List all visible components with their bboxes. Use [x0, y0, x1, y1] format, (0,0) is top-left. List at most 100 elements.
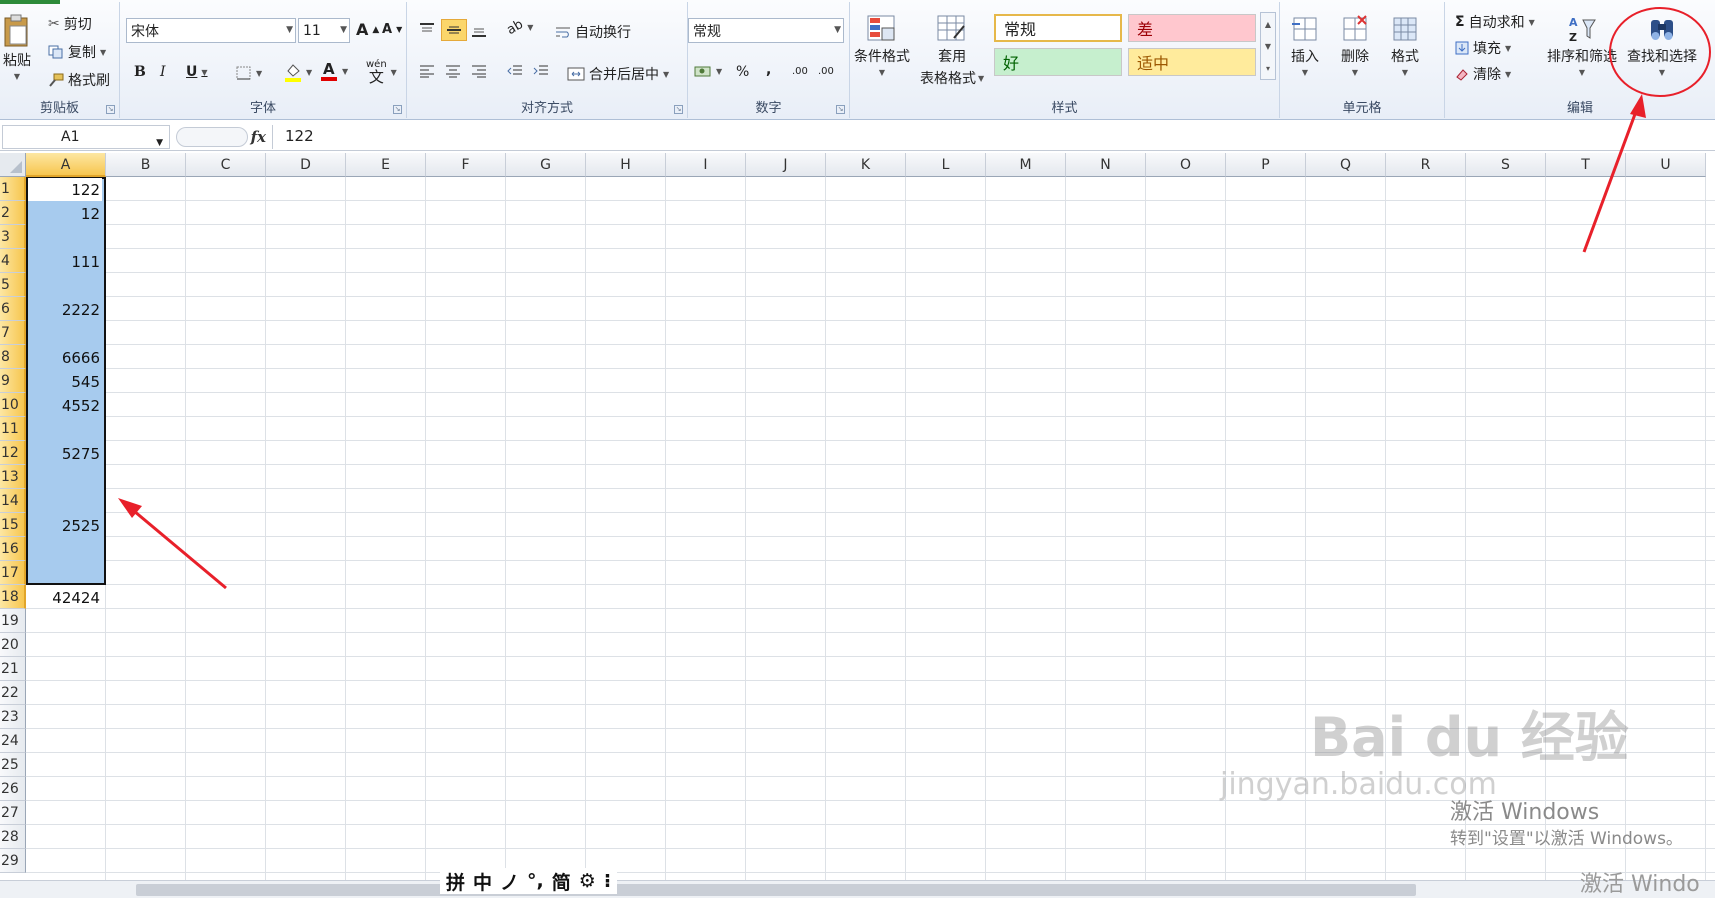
cell-a6[interactable]: 2222 — [28, 298, 102, 321]
number-launcher-icon[interactable]: ↘ — [836, 105, 845, 114]
row-header-6[interactable]: 6 — [0, 297, 26, 321]
grow-font-button[interactable]: A ▲ — [356, 20, 379, 39]
find-select-button[interactable]: 查找和选择 ▼ — [1627, 14, 1697, 77]
row-header-27[interactable]: 27 — [0, 801, 26, 825]
row-header-16[interactable]: 16 — [0, 537, 26, 561]
column-header-i[interactable]: I — [666, 153, 746, 177]
column-header-n[interactable]: N — [1066, 153, 1146, 177]
row-header-24[interactable]: 24 — [0, 729, 26, 753]
styles-scroll-control[interactable]: ▲ ▼ ▾ — [1260, 12, 1276, 80]
increase-decimal-button[interactable]: .00 — [792, 66, 808, 77]
cell-a1[interactable]: 122 — [28, 178, 102, 201]
increase-indent-button[interactable] — [533, 64, 549, 78]
chevron-down-icon[interactable]: ▼ — [286, 25, 293, 35]
underline-button[interactable]: U ▼ — [186, 64, 208, 80]
format-painter-button[interactable]: 格式刷 — [48, 70, 110, 90]
format-dropdown-icon[interactable]: ▼ — [1402, 68, 1408, 77]
decrease-decimal-button[interactable]: .00 — [818, 66, 834, 77]
row-header-4[interactable]: 4 — [0, 249, 26, 273]
column-header-m[interactable]: M — [986, 153, 1066, 177]
row-header-1[interactable]: 1 — [0, 177, 26, 201]
delete-dropdown-icon[interactable]: ▼ — [1352, 68, 1358, 77]
wrap-text-button[interactable]: 自动换行 — [555, 22, 631, 42]
column-header-j[interactable]: J — [746, 153, 826, 177]
style-good[interactable]: 好 — [994, 48, 1122, 76]
format-as-table-button[interactable]: 套用 表格格式 ▼ — [920, 14, 984, 88]
row-header-7[interactable]: 7 — [0, 321, 26, 345]
autosum-button[interactable]: Σ 自动求和 ▼ — [1455, 12, 1535, 32]
row-header-21[interactable]: 21 — [0, 657, 26, 681]
orientation-dropdown-icon[interactable]: ▼ — [527, 23, 533, 32]
fill-color-dropdown-icon[interactable]: ▼ — [306, 68, 312, 77]
cell-a12[interactable]: 5275 — [28, 442, 102, 465]
borders-button[interactable]: ▼ — [236, 66, 262, 80]
row-header-18[interactable]: 18 — [0, 585, 26, 609]
cell-a9[interactable]: 545 — [28, 370, 102, 393]
insert-function-icon[interactable]: fx — [251, 128, 266, 146]
row-header-5[interactable]: 5 — [0, 273, 26, 297]
cell-a13[interactable] — [28, 466, 102, 489]
row-header-29[interactable]: 29 — [0, 849, 26, 873]
row-header-23[interactable]: 23 — [0, 705, 26, 729]
formula-input[interactable]: 122 — [272, 125, 1715, 149]
fill-color-button[interactable]: ▼ — [284, 62, 312, 82]
ime-glyph-5[interactable]: ⚙ — [579, 870, 596, 892]
row-header-3[interactable]: 3 — [0, 225, 26, 249]
chevron-up-icon[interactable]: ▲ — [1265, 20, 1271, 29]
merge-dropdown-icon[interactable]: ▼ — [663, 70, 669, 79]
column-header-a[interactable]: A — [26, 153, 106, 177]
paste-button[interactable]: 粘贴 ▼ — [2, 14, 32, 81]
comma-button[interactable]: , — [766, 62, 771, 78]
decrease-indent-button[interactable] — [507, 64, 523, 78]
more-icon[interactable]: ▾ — [1266, 64, 1270, 73]
cell-a8[interactable]: 6666 — [28, 346, 102, 369]
column-header-e[interactable]: E — [346, 153, 426, 177]
shrink-font-button[interactable]: A ▼ — [382, 22, 402, 37]
italic-button[interactable]: I — [160, 64, 166, 80]
font-name-combo[interactable]: 宋体 ▼ — [126, 18, 296, 43]
column-header-q[interactable]: Q — [1306, 153, 1386, 177]
column-header-c[interactable]: C — [186, 153, 266, 177]
cell-a16[interactable] — [28, 538, 102, 561]
insert-dropdown-icon[interactable]: ▼ — [1302, 68, 1308, 77]
percent-button[interactable]: % — [736, 64, 749, 80]
style-bad[interactable]: 差 — [1128, 14, 1256, 42]
copy-dropdown-icon[interactable]: ▼ — [100, 48, 106, 57]
row-header-13[interactable]: 13 — [0, 465, 26, 489]
chevron-down-icon[interactable]: ▼ — [156, 132, 163, 154]
font-launcher-icon[interactable]: ↘ — [393, 105, 402, 114]
row-header-22[interactable]: 22 — [0, 681, 26, 705]
insert-button[interactable]: 插入 ▼ — [1290, 14, 1320, 77]
column-header-t[interactable]: T — [1546, 153, 1626, 177]
row-header-25[interactable]: 25 — [0, 753, 26, 777]
conditional-dropdown-icon[interactable]: ▼ — [879, 68, 885, 77]
format-cells-button[interactable]: 格式 ▼ — [1390, 14, 1420, 77]
column-header-d[interactable]: D — [266, 153, 346, 177]
ime-glyph-6[interactable]: ⁝ — [604, 870, 611, 892]
clear-dropdown-icon[interactable]: ▼ — [1505, 70, 1511, 79]
column-header-l[interactable]: L — [906, 153, 986, 177]
ime-glyph-4[interactable]: 简 — [552, 868, 571, 895]
row-header-17[interactable]: 17 — [0, 561, 26, 585]
find-dropdown-icon[interactable]: ▼ — [1659, 68, 1665, 77]
column-header-g[interactable]: G — [506, 153, 586, 177]
fill-button[interactable]: 填充 ▼ — [1455, 38, 1511, 58]
row-header-26[interactable]: 26 — [0, 777, 26, 801]
ime-toolbar[interactable]: 拼中ノ °, 简 ⚙ ⁝ — [440, 868, 618, 895]
row-header-8[interactable]: 8 — [0, 345, 26, 369]
align-middle-button[interactable] — [441, 19, 467, 41]
accounting-dropdown-icon[interactable]: ▼ — [716, 67, 722, 76]
cell-a15[interactable]: 2525 — [28, 514, 102, 537]
column-header-o[interactable]: O — [1146, 153, 1226, 177]
font-color-button[interactable]: A ▼ — [320, 60, 348, 82]
phonetic-dropdown-icon[interactable]: ▼ — [391, 68, 397, 77]
name-box[interactable]: A1 ▼ — [2, 125, 170, 149]
row-header-15[interactable]: 15 — [0, 513, 26, 537]
column-header-r[interactable]: R — [1386, 153, 1466, 177]
number-format-combo[interactable]: 常规 ▼ — [688, 18, 844, 43]
copy-button[interactable]: 复制 ▼ — [48, 42, 106, 62]
style-neutral[interactable]: 适中 — [1128, 48, 1256, 76]
cell-a10[interactable]: 4552 — [28, 394, 102, 417]
clipboard-launcher-icon[interactable]: ↘ — [106, 105, 115, 114]
align-right-button[interactable] — [471, 64, 487, 78]
